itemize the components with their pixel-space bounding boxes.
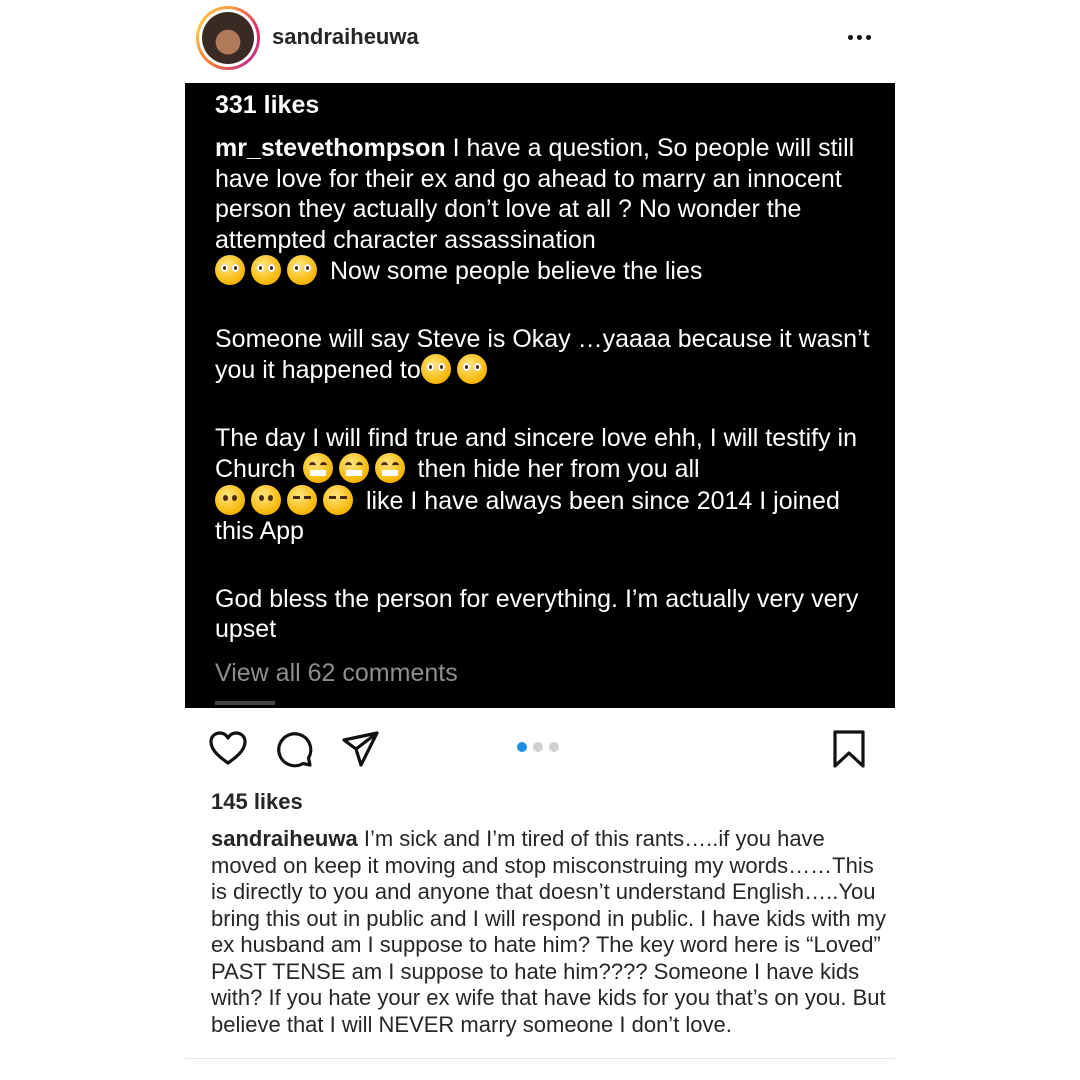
grinning-face-icon [338,453,369,483]
pleading-face-icon [251,255,281,285]
send-icon[interactable] [340,728,382,770]
pleading-face-icon [215,255,245,285]
face-with-steam-icon [323,484,353,515]
avatar[interactable] [196,6,260,70]
carousel-dot [549,742,559,752]
face-with-steam-icon [287,484,317,515]
comment-paragraph-1: mr_stevethompson I have a question, So p… [215,134,855,285]
avatar-photo [202,12,254,64]
comment-icon[interactable] [273,728,315,770]
more-options-icon[interactable] [842,27,876,47]
post-header: sandraiheuwa [0,0,1080,80]
comment-paragraph-2: Someone will say Steve is Okay …yaaaa be… [215,324,870,384]
carousel-dot [533,742,543,752]
comment-paragraph-4: God bless the person for everything. I’m… [215,584,859,644]
pleading-face-icon [287,255,317,285]
post-image-screenshot: 331 likes mr_stevethompson I have a ques… [185,83,895,708]
post-caption: sandraiheuwa I’m sick and I’m tired of t… [211,826,891,1038]
divider [185,1058,895,1059]
caption-text: I’m sick and I’m tired of this rants…..i… [211,826,887,1037]
frowning-face-icon [215,484,245,515]
screenshot-comment: mr_stevethompson I have a question, So p… [215,133,875,682]
carousel-indicator [517,742,559,752]
screenshot-likes-count: 331 likes [215,91,320,119]
grinning-face-icon [302,453,333,483]
caption-username[interactable]: sandraiheuwa [211,826,358,851]
grinning-face-icon [374,453,405,483]
view-all-comments-link: View all 62 comments [215,659,458,687]
post-likes-count[interactable]: 145 likes [211,789,303,815]
bottom-crop [0,1062,1080,1080]
carousel-dot-active [517,742,527,752]
pleading-face-icon [420,354,451,384]
cropped-text-fragment [215,701,275,705]
pleading-face-icon [456,354,487,384]
comment-username: mr_stevethompson [215,134,446,162]
heart-icon[interactable] [207,728,249,770]
comment-paragraph-3: The day I will find true and sincere lov… [215,423,857,545]
post-username[interactable]: sandraiheuwa [272,24,419,50]
bookmark-icon[interactable] [828,728,870,770]
frowning-face-icon [251,484,281,515]
